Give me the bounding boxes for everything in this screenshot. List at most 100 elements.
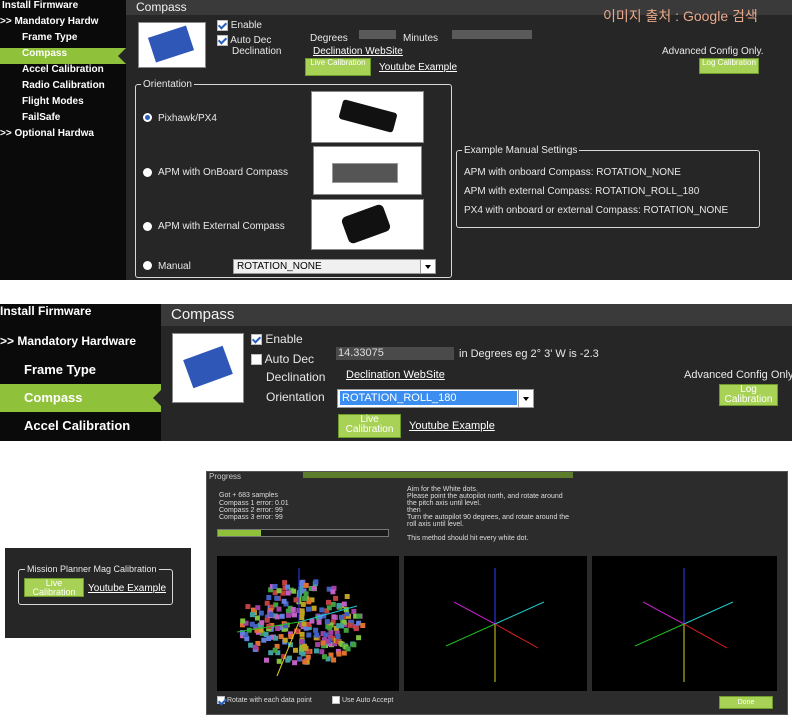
declination-website-link[interactable]: Declination WebSite <box>313 46 403 57</box>
youtube-example-link[interactable]: Youtube Example <box>379 62 457 73</box>
sidebar-item-frame-type[interactable]: Frame Type <box>0 362 161 382</box>
orientation-label: Orientation <box>266 390 325 404</box>
sample-point <box>282 580 288 586</box>
orientation-view-2 <box>592 556 777 691</box>
sidebar: Install Firmware >> Mandatory Hardw Fram… <box>0 0 126 280</box>
title-bar <box>303 472 573 478</box>
sidebar-item-compass[interactable]: Compass <box>0 384 161 412</box>
sample-point <box>292 612 297 618</box>
sample-point <box>292 660 298 666</box>
radio-apm-onboard[interactable] <box>143 168 152 177</box>
page-title: Compass <box>136 0 187 14</box>
live-calibration-button[interactable]: Live Calibration <box>305 58 371 76</box>
sample-point <box>326 599 331 605</box>
example-settings-title: Example Manual Settings <box>462 145 580 156</box>
enable-checkbox[interactable]: Enable <box>217 20 262 31</box>
sidebar-item-flight-modes[interactable]: Flight Modes <box>0 96 126 112</box>
manual-rotation-select[interactable]: ROTATION_NONE <box>233 259 436 274</box>
auto-dec-checkbox[interactable]: Auto Dec <box>251 352 314 366</box>
declination-website-link[interactable]: Declination WebSite <box>346 369 445 381</box>
sample-point <box>303 582 309 588</box>
youtube-example-link[interactable]: Youtube Example <box>409 420 495 432</box>
live-calibration-button[interactable]: Live Calibration <box>24 578 84 597</box>
sample-point <box>351 608 357 614</box>
sample-point <box>249 621 255 627</box>
sidebar-item-radio-calibration[interactable]: Radio Calibration <box>0 80 126 96</box>
sample-point <box>251 607 256 613</box>
sidebar-item-accel-calibration[interactable]: Accel Calibration <box>0 418 161 438</box>
sample-point <box>331 614 337 620</box>
progress-window-title: Progress <box>209 472 242 481</box>
sample-point <box>320 640 326 646</box>
log-calibration-button[interactable]: Log Calibration <box>699 58 759 74</box>
sample-point <box>324 619 330 625</box>
sidebar-item-compass[interactable]: Compass <box>0 48 126 64</box>
minutes-input[interactable] <box>452 30 532 39</box>
sample-point <box>311 605 317 611</box>
sample-point <box>351 642 357 648</box>
sample-point <box>286 612 291 618</box>
auto-accept-checkbox[interactable]: Use Auto Accept <box>332 696 393 704</box>
sample-point <box>279 613 285 619</box>
radio-manual[interactable] <box>143 261 152 270</box>
option-label-apm-external: APM with External Compass <box>158 221 285 232</box>
sample-point <box>327 625 333 631</box>
sample-point <box>353 625 359 631</box>
instruction-line-8: This method should hit every white dot. <box>407 535 529 542</box>
sample-point <box>282 637 288 643</box>
sidebar-item-accel-calibration[interactable]: Accel Calibration <box>0 64 126 80</box>
compass-3-error: Compass 3 error: 99 <box>219 514 283 521</box>
sample-point <box>305 654 311 660</box>
radio-apm-external[interactable] <box>143 222 152 231</box>
declination-input[interactable]: 14.33075 <box>336 347 454 360</box>
compass-board-image <box>172 333 244 403</box>
page-header: Compass <box>161 304 792 326</box>
chevron-down-icon[interactable] <box>420 260 435 273</box>
active-indicator <box>153 390 161 406</box>
enable-checkbox[interactable]: Enable <box>251 332 303 346</box>
sample-point <box>264 600 270 606</box>
sample-point <box>313 579 319 585</box>
sample-point <box>319 607 325 613</box>
sample-point <box>356 635 362 641</box>
sample-point <box>259 620 265 626</box>
chevron-down-icon[interactable] <box>518 390 533 407</box>
sample-point <box>290 607 296 612</box>
sidebar-item-failsafe[interactable]: FailSafe <box>0 112 126 128</box>
auto-dec-checkbox[interactable]: Auto Dec <box>217 35 271 46</box>
sidebar-item-install-firmware[interactable]: Install Firmware <box>0 304 161 324</box>
sidebar-item-frame-type[interactable]: Frame Type <box>0 32 126 48</box>
live-calibration-button[interactable]: Live Calibration <box>338 414 401 438</box>
radio-pixhawk[interactable] <box>143 113 152 122</box>
sample-point <box>322 654 327 660</box>
sample-point <box>300 601 306 607</box>
axes-gizmo-1 <box>445 568 545 682</box>
sample-point <box>299 631 305 637</box>
sample-point <box>274 595 280 601</box>
youtube-example-link[interactable]: Youtube Example <box>88 583 166 594</box>
sample-point <box>299 639 304 644</box>
sample-point <box>264 657 269 663</box>
sample-point <box>274 614 280 620</box>
log-calibration-button[interactable]: Log Calibration <box>719 384 778 406</box>
sample-point <box>249 612 255 618</box>
sidebar-item-mandatory-hardware[interactable]: >> Mandatory Hardw <box>0 16 126 32</box>
degrees-input[interactable] <box>359 30 396 39</box>
sidebar-item-install-firmware[interactable]: Install Firmware <box>2 0 126 16</box>
sample-point-cloud <box>236 568 366 677</box>
sidebar-item-mandatory-hardware[interactable]: >> Mandatory Hardware <box>0 334 161 354</box>
orientation-select[interactable]: ROTATION_ROLL_180 <box>337 389 534 408</box>
sidebar: Install Firmware >> Mandatory Hardware F… <box>0 304 161 441</box>
sidebar-item-optional-hardware[interactable]: >> Optional Hardwa <box>0 128 126 144</box>
compass-2-error: Compass 2 error: 99 <box>219 507 283 514</box>
advanced-config-label: Advanced Config Only. <box>662 46 764 57</box>
sample-point <box>336 651 342 657</box>
advanced-config-label: Advanced Config Only. <box>684 369 792 381</box>
instruction-line-6: roll axis until level. <box>407 521 464 528</box>
samples-count: Got + 683 samples <box>219 492 278 499</box>
rotate-checkbox[interactable]: Rotate with each data point <box>217 696 312 704</box>
sample-point <box>252 644 258 650</box>
done-button[interactable]: Done <box>719 696 773 709</box>
sample-point <box>273 635 279 641</box>
instruction-line-2: Please point the autopilot north, and ro… <box>407 493 563 500</box>
